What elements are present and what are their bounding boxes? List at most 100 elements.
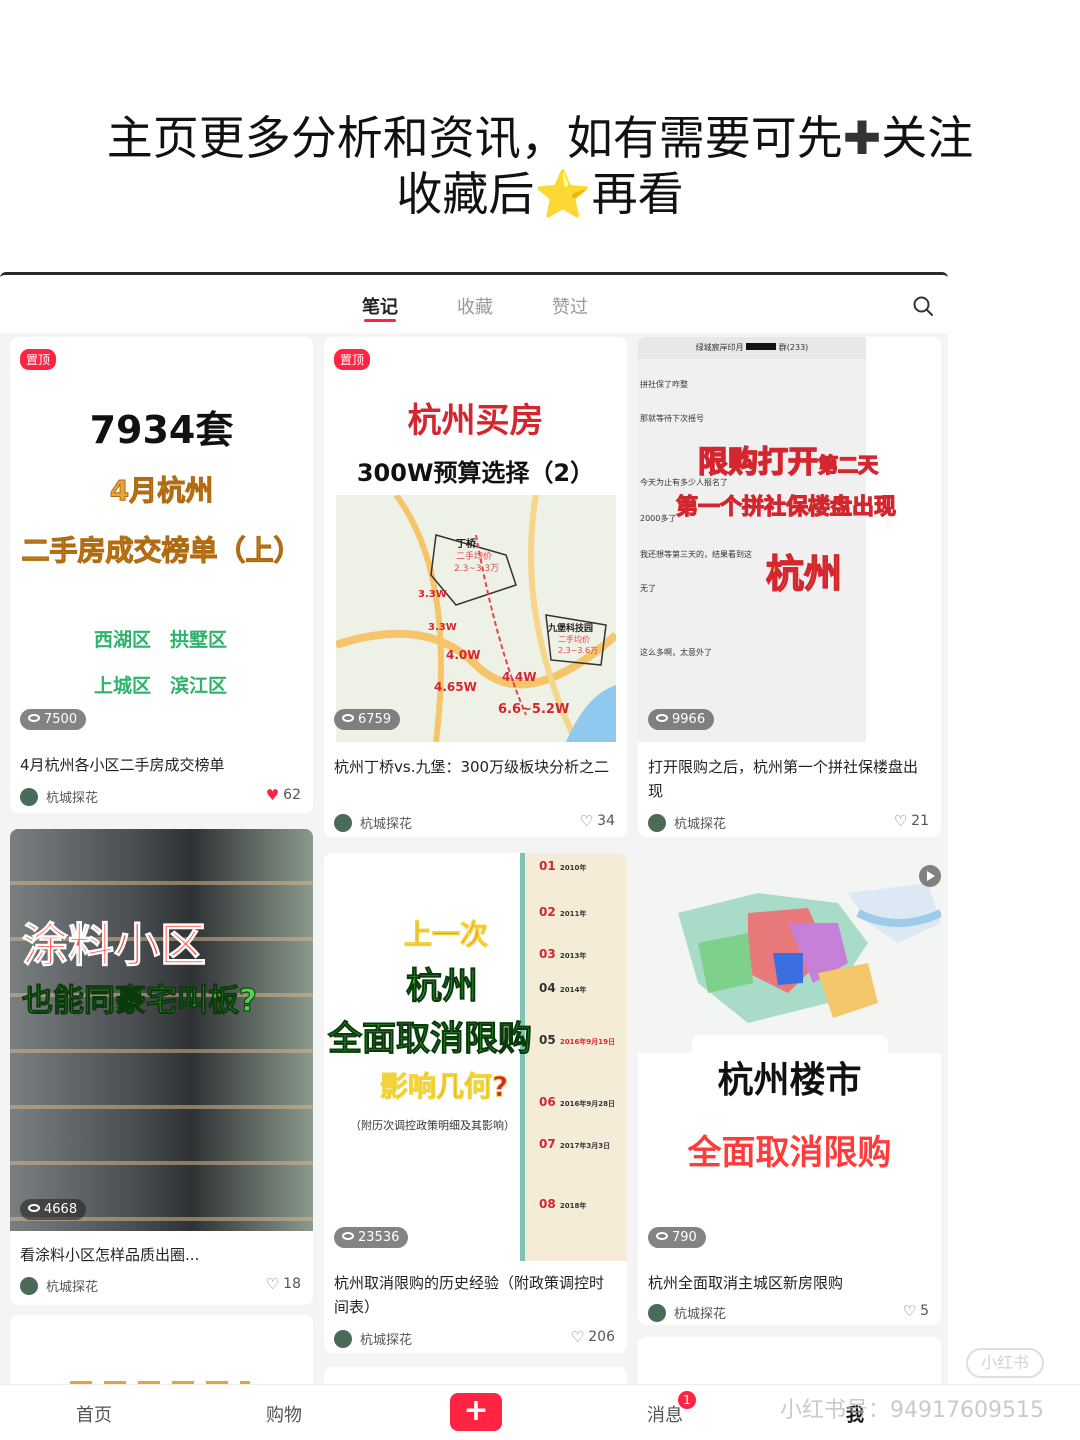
view-count-badge: 23536 [334,1227,409,1248]
timeline-number: 01 [539,859,556,873]
chat-group-count: 群(233) [778,343,809,352]
like-button[interactable]: ♡ 206 [571,1328,615,1346]
search-icon[interactable] [912,295,934,317]
note-author[interactable]: 杭城探花 [648,1303,726,1322]
chat-screenshot: 绿城宸岸印月 群(233) 拼社保了咋整 那就等待下次摇号 今天为止有多少人报名… [638,337,866,742]
note-title: 杭州全面取消主城区新房限购 [648,1274,844,1292]
map-label: 丁桥 [456,537,477,550]
cover-headline: 涂料小区 [22,918,207,973]
tab-liked[interactable]: 赞过 [552,293,588,319]
message-badge: 1 [678,1391,696,1409]
cover-subtitle: 4月杭州 [109,474,214,508]
note-card[interactable] [10,1315,313,1395]
tab-notes[interactable]: 笔记 [362,293,398,319]
view-count-badge: 7500 [20,709,87,730]
chat-message: 2000多了 [640,514,677,523]
cover-district: 上城区 [94,675,152,697]
note-card[interactable]: 绿城宸岸印月 群(233) 拼社保了咋整 那就等待下次摇号 今天为止有多少人报名… [638,337,941,837]
author-name: 杭城探花 [360,1333,413,1348]
tab-active-indicator [364,319,396,322]
heart-filled-icon: ♥ [265,786,280,804]
cover-district: 拱墅区 [170,629,228,651]
note-author[interactable]: 杭城探花 [20,787,98,806]
avatar [20,1276,38,1295]
cover-district: 滨江区 [170,675,228,697]
author-name: 杭城探花 [46,791,99,806]
cover-district: 西湖区 [94,629,152,651]
timeline-date: 2013年 [559,952,587,960]
cover-headline: 上一次 [403,918,489,952]
timeline-panel: 01 2010年 02 2011年 03 2013年 04 2014年 05 2… [520,853,627,1261]
chat-message: 那就等待下次摇号 [640,414,704,423]
district-map-image [638,853,941,1053]
banner-text: 再看 [591,167,684,221]
map-label: 2.3~3.6万 [558,646,598,655]
eye-icon [28,1204,40,1212]
note-title: 打开限购之后，杭州第一个拼社保楼盘出现 [648,758,919,800]
note-card[interactable]: 置顶 杭州买房 300W预算选择（2） 丁桥 二手均价 2.3~3.3万 3.3… [324,337,627,837]
view-count-badge: 4668 [20,1199,87,1220]
pinned-badge: 置顶 [20,349,57,370]
note-card[interactable]: 01 2010年 02 2011年 03 2013年 04 2014年 05 2… [324,853,627,1353]
note-title: 杭州取消限购的历史经验（附政策调控时间表） [334,1274,605,1316]
note-author[interactable]: 杭城探花 [334,1329,412,1348]
cover-subtitle: 全面取消限购 [687,1133,892,1173]
avatar [334,1329,352,1348]
chat-message: 这么多啊，太意外了 [640,648,712,657]
view-count: 790 [672,1230,697,1245]
eye-icon [342,1232,354,1240]
timeline-date: 2010年 [559,864,587,872]
note-author[interactable]: 杭城探花 [20,1276,98,1295]
eye-icon [28,714,40,722]
timeline-date: 2014年 [559,986,587,994]
timeline-number: 03 [539,947,556,961]
heart-outline-icon: ♡ [570,1328,585,1346]
view-count-badge: 9966 [648,709,715,730]
nav-messages[interactable]: 消息 [647,1401,683,1427]
like-button[interactable]: ♡ 34 [580,812,615,830]
note-title: 看涂料小区怎样品质出圈... [20,1246,200,1264]
map-label: 6.6~5.2W [498,702,569,717]
avatar [648,813,666,832]
like-button[interactable]: ♡ 21 [894,812,929,830]
note-cover: 涂料小区 也能同豪宅叫板? 4668 [10,829,313,1231]
note-author[interactable]: 杭城探花 [648,813,726,832]
nav-home[interactable]: 首页 [76,1401,112,1427]
map-image: 丁桥 二手均价 2.3~3.3万 3.3W 3.3W 4.0W 4.65W 4.… [336,495,616,742]
timeline-date: 2016年9月19日 [559,1038,615,1046]
like-button[interactable]: ♡ 5 [903,1302,929,1320]
timeline-number: 07 [539,1137,556,1151]
timeline-number: 06 [539,1095,556,1109]
cover-headline: 杭州楼市 [717,1060,862,1101]
timeline-number: 05 [539,1033,556,1047]
note-card[interactable]: 杭州楼市 全面取消限购 790 杭州全面取消主城区新房限购 杭城探花 ♡ 5 [638,853,941,1325]
cover-headline: 限购打开第二天 [697,437,879,481]
map-label: 2.3~3.3万 [454,564,499,574]
timeline-date: 2016年9月28日 [559,1100,615,1108]
timeline-number: 08 [539,1197,556,1211]
tab-favorites[interactable]: 收藏 [457,293,493,319]
watermark: 小红书号：949176095​15 [780,1398,1044,1423]
video-play-icon[interactable] [919,865,941,887]
post-button[interactable]: + [450,1393,502,1431]
avatar [648,1303,666,1322]
pinned-badge: 置顶 [334,349,371,370]
map-label: 3.3W [418,589,447,600]
nav-shop[interactable]: 购物 [266,1401,302,1427]
like-button[interactable]: ♡ 18 [266,1275,301,1293]
like-button[interactable]: ♥ 62 [266,786,301,804]
heart-outline-icon: ♡ [579,812,594,830]
author-name: 杭城探花 [674,817,727,832]
map-label: 4.4W [502,670,537,684]
eye-icon [656,1232,668,1240]
eye-icon [656,714,668,722]
building-photo [10,829,313,1231]
note-card[interactable]: 置顶 7934套 4月杭州 二手房成交榜单（上） 西湖区 拱墅区 上城区 滨江区… [10,337,313,813]
timeline-date: 2011年 [559,910,587,918]
note-card[interactable]: 涂料小区 也能同豪宅叫板? 4668 看涂料小区怎样品质出圈... 杭城探花 ♡… [10,829,313,1305]
timeline-date: 2017年3月3日 [559,1142,611,1150]
banner-line-1: 主页更多分析和资讯，如有需要可先✚关注 [0,108,1080,168]
map-label: 4.65W [434,680,477,694]
note-author[interactable]: 杭城探花 [334,813,412,832]
map-label: 二手均价 [456,550,492,562]
